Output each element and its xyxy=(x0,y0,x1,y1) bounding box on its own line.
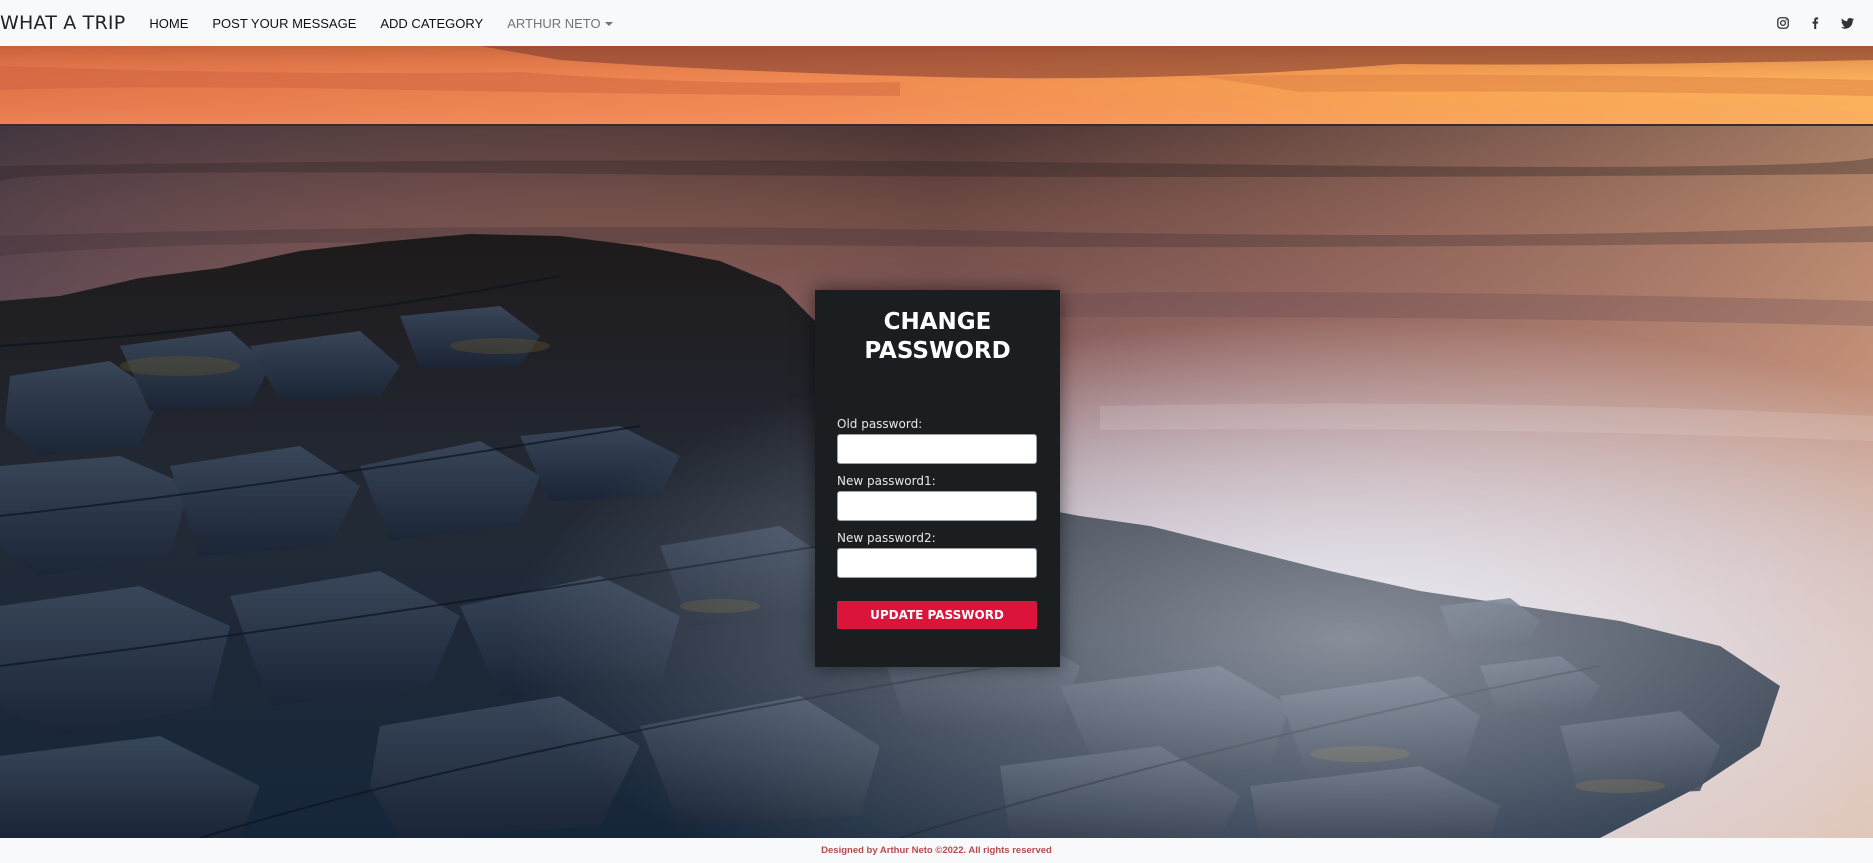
nav-home-link[interactable]: HOME xyxy=(149,16,188,31)
footer-credits: Designed by Arthur Neto ©2022. All right… xyxy=(821,845,1052,856)
update-password-button[interactable]: UPDATE PASSWORD xyxy=(837,601,1037,629)
user-menu-dropdown[interactable]: ARTHUR NETO xyxy=(507,15,613,31)
change-password-card: CHANGE PASSWORD Old password: New passwo… xyxy=(815,290,1060,667)
old-password-group: Old password: xyxy=(837,417,1038,464)
title-line-2: PASSWORD xyxy=(864,338,1011,364)
nav-add-category-link[interactable]: ADD CATEGORY xyxy=(380,16,483,31)
new-password2-group: New password2: xyxy=(837,531,1038,578)
title-line-1: CHANGE xyxy=(883,309,992,335)
old-password-input[interactable] xyxy=(837,434,1037,464)
navbar: WHAT A TRIP HOME POST YOUR MESSAGE ADD C… xyxy=(0,0,1873,46)
new-password1-input[interactable] xyxy=(837,491,1037,521)
page-title: CHANGE PASSWORD xyxy=(837,308,1038,366)
nav-post-message-link[interactable]: POST YOUR MESSAGE xyxy=(212,16,356,31)
facebook-icon[interactable] xyxy=(1799,0,1831,46)
new-password1-label: New password1: xyxy=(837,474,936,488)
old-password-label: Old password: xyxy=(837,417,923,431)
social-links xyxy=(1767,0,1863,46)
caret-down-icon xyxy=(604,21,613,26)
new-password2-input[interactable] xyxy=(837,548,1037,578)
brand-logo[interactable]: WHAT A TRIP xyxy=(0,12,125,34)
footer: Designed by Arthur Neto ©2022. All right… xyxy=(0,838,1873,863)
new-password1-group: New password1: xyxy=(837,474,1038,521)
user-menu-label: ARTHUR NETO xyxy=(507,15,601,31)
twitter-icon[interactable] xyxy=(1831,0,1863,46)
new-password2-label: New password2: xyxy=(837,531,936,545)
instagram-icon[interactable] xyxy=(1767,0,1799,46)
